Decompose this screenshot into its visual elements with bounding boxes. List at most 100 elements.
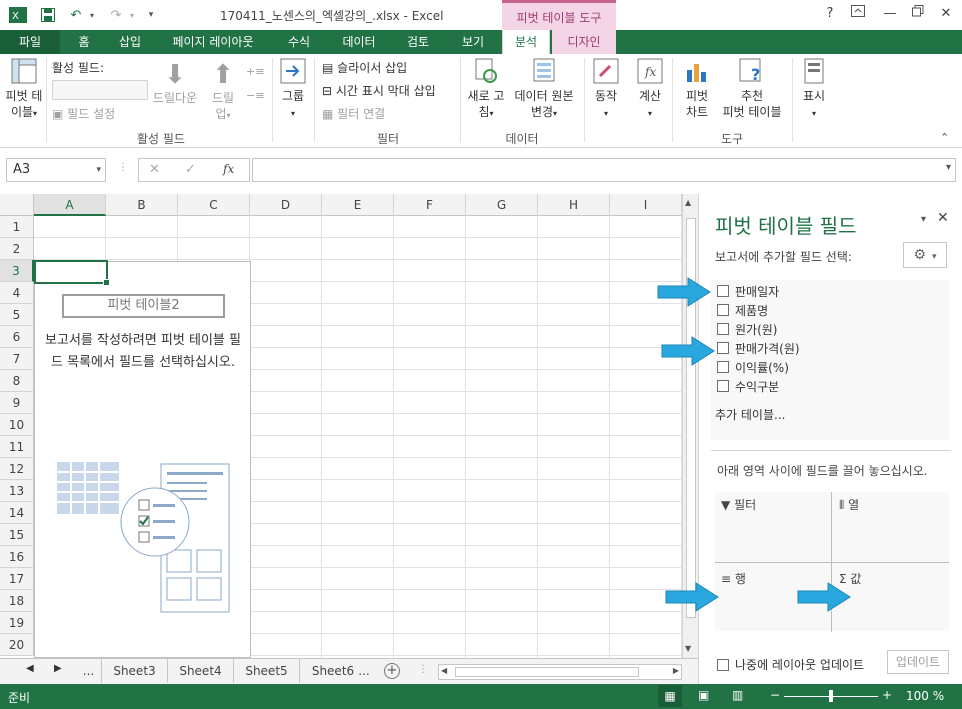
worksheet-grid[interactable]: ABCDEFGHI 1 2 3 4 5 6 7 8 9 10 11 12 13 14 15 16 17 18 19 2… [0,194,682,658]
field-item[interactable]: 원가(원) [717,320,777,338]
sheet-ellipsis[interactable]: ... [76,659,102,683]
row-header[interactable]: 19 [0,612,34,634]
sheet-tab[interactable]: Sheet4 [168,659,234,683]
help-button[interactable]: ? [818,4,842,24]
field-checkbox[interactable] [717,304,729,316]
scroll-down-icon[interactable]: ▼ [685,644,691,653]
row-header[interactable]: 9 [0,392,34,414]
sheet-tab[interactable]: Sheet3 [102,659,168,683]
row-header[interactable]: 10 [0,414,34,436]
tab-analyze[interactable]: 분석 [502,30,550,54]
insert-slicer-button[interactable]: ▤ 슬라이서 삽입 [322,60,407,76]
sheet-tab[interactable]: Sheet5 [234,659,300,683]
zoom-level[interactable]: 100 % [906,689,944,703]
redo-dropdown-icon[interactable]: ▾ [126,6,138,24]
field-settings-button[interactable]: ▣ 필드 설정 [52,106,115,122]
collapse-ribbon-icon[interactable]: ⌃ [940,130,949,146]
tab-file[interactable]: 파일 [0,30,60,54]
field-checkbox[interactable] [717,342,729,354]
row-header[interactable]: 8 [0,370,34,392]
column-header[interactable]: G [466,194,538,216]
column-header[interactable]: H [538,194,610,216]
horizontal-scrollbar[interactable]: ◀ ▶ [438,664,682,680]
customize-quick-access-icon[interactable]: ▾ [144,6,158,24]
close-button[interactable]: ✕ [934,4,958,24]
row-header[interactable]: 14 [0,502,34,524]
drill-down-button[interactable]: ⬇ 드릴다운 [150,60,200,106]
scroll-up-icon[interactable]: ▲ [685,198,691,207]
collapse-field-icon[interactable]: −≡ [246,88,264,104]
field-checkbox[interactable] [717,380,729,392]
page-layout-view-icon[interactable]: ▣ [698,688,709,702]
row-header[interactable]: 4 [0,282,34,304]
column-header[interactable]: E [322,194,394,216]
row-header[interactable]: 17 [0,568,34,590]
active-field-input[interactable] [52,80,148,100]
defer-update-checkbox[interactable] [717,658,729,671]
row-header[interactable]: 18 [0,590,34,612]
more-tables-link[interactable]: 추가 테이블... [715,406,785,423]
zoom-out-icon[interactable]: − [770,688,780,702]
undo-icon[interactable]: ↶ [66,6,86,24]
tab-page-layout[interactable]: 페이지 레이아웃 [158,30,268,54]
actions-button[interactable]: 동작 ▾ [588,58,624,122]
column-header[interactable]: F [394,194,466,216]
tab-data[interactable]: 데이터 [330,30,388,54]
column-header[interactable]: A [34,194,106,216]
save-icon[interactable] [38,6,58,24]
refresh-button[interactable]: 새로 고 침▾ [464,58,508,122]
enter-icon[interactable]: ✓ [185,162,196,177]
pane-options-dropdown-icon[interactable]: ▾ [921,214,926,225]
tab-home[interactable]: 홈 [64,30,104,54]
tab-design[interactable]: 디자인 [552,30,616,54]
restore-button[interactable] [906,4,930,24]
pivot-chart-button[interactable]: 피벗 차트 [678,58,716,120]
row-header[interactable]: 15 [0,524,34,546]
field-item[interactable]: 이익률(%) [717,358,789,376]
field-checkbox[interactable] [717,361,729,373]
hscroll-thumb[interactable] [455,667,639,677]
pane-splitter[interactable] [711,450,951,451]
formula-input[interactable]: ▾ [252,158,956,182]
column-header[interactable]: C [178,194,250,216]
insert-timeline-button[interactable]: ⊟ 시간 표시 막대 삽입 [322,83,436,99]
next-sheet-icon[interactable]: ▶ [54,663,62,674]
field-checkbox[interactable] [717,285,729,297]
field-checkbox[interactable] [717,323,729,335]
new-sheet-icon[interactable]: + [384,663,400,679]
scroll-right-icon[interactable]: ▶ [673,666,679,675]
zoom-in-icon[interactable]: + [882,688,892,702]
normal-view-icon[interactable]: ▦ [658,685,682,707]
group-button[interactable]: 그룹 ▾ [276,58,310,122]
field-item[interactable]: 판매가격(원) [717,339,800,357]
tools-button[interactable]: ⚙ ▾ [903,242,947,268]
show-button[interactable]: 표시 ▾ [796,58,832,122]
redo-icon[interactable]: ↷ [106,6,126,24]
column-header[interactable]: B [106,194,178,216]
field-item[interactable]: 수익구분 [717,377,779,395]
ribbon-display-options-icon[interactable] [846,4,870,24]
tab-view[interactable]: 보기 [448,30,498,54]
cancel-icon[interactable]: ✕ [149,162,160,177]
field-item[interactable]: 판매일자 [717,282,779,300]
tab-formulas[interactable]: 수식 [272,30,326,54]
field-item[interactable]: 제품명 [717,301,768,319]
pivot-table-button[interactable]: 피벗 테 이블▾ [4,58,44,122]
select-all-corner[interactable] [0,194,34,216]
row-header[interactable]: 11 [0,436,34,458]
calculations-button[interactable]: fx 계산 ▾ [632,58,668,122]
row-header[interactable]: 5 [0,304,34,326]
row-header[interactable]: 7 [0,348,34,370]
update-button[interactable]: 업데이트 [887,650,949,674]
column-header[interactable]: I [610,194,682,216]
pivot-table-placeholder[interactable]: 피벗 테이블2 보고서를 작성하려면 피벗 테이블 필드 목록에서 필드를 선택… [34,261,251,658]
prev-sheet-icon[interactable]: ◀ [26,663,34,674]
expand-formula-icon[interactable]: ▾ [946,162,951,173]
row-header[interactable]: 13 [0,480,34,502]
filter-connections-button[interactable]: ▦ 필터 연결 [322,106,385,122]
scroll-left-icon[interactable]: ◀ [441,666,447,675]
minimize-button[interactable]: — [878,4,902,24]
row-header[interactable]: 6 [0,326,34,348]
pane-close-icon[interactable]: ✕ [937,210,949,226]
name-box[interactable]: A3 ▾ [6,158,106,182]
